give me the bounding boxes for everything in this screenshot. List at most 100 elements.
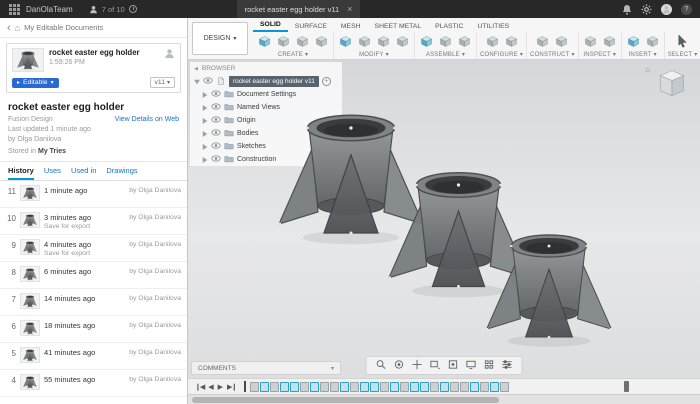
version-row[interactable]: 7 14 minutes ago by Olga Danilova xyxy=(0,289,187,316)
create-menu[interactable]: CREATE xyxy=(278,51,308,58)
add-icon[interactable] xyxy=(322,77,331,86)
timeline-play-button[interactable] xyxy=(216,383,225,391)
timeline-feature-icon[interactable] xyxy=(430,382,439,392)
timeline-step-back-button[interactable] xyxy=(206,383,215,391)
insert-menu[interactable]: INSERT xyxy=(629,51,657,58)
rocket-model-3[interactable] xyxy=(484,220,614,350)
browser-node-label[interactable]: Named Views xyxy=(237,104,280,111)
ribbon-tab[interactable]: SHEET METAL xyxy=(368,22,429,32)
document-tab[interactable]: rocket easter egg holder v11 xyxy=(237,0,361,18)
new-component-icon[interactable] xyxy=(256,34,273,49)
viewport-3d[interactable]: BROWSER rocket easter egg holder v11 xyxy=(188,60,700,378)
expand-icon[interactable] xyxy=(202,144,208,150)
view-details-link[interactable]: View Details on Web xyxy=(115,116,179,123)
apps-grid-icon[interactable] xyxy=(8,3,21,16)
home-icon[interactable] xyxy=(15,23,20,33)
timeline-feature-icon[interactable] xyxy=(480,382,489,392)
extrude-icon[interactable] xyxy=(275,34,292,49)
panel-tab[interactable]: Uses xyxy=(44,166,61,180)
timeline-feature-icon[interactable] xyxy=(350,382,359,392)
timeline-feature-icon[interactable] xyxy=(400,382,409,392)
back-icon[interactable] xyxy=(7,22,11,34)
visibility-eye-icon[interactable] xyxy=(211,90,221,99)
timeline-end-handle[interactable] xyxy=(624,381,629,392)
visibility-eye-icon[interactable] xyxy=(211,155,221,164)
timeline-feature-icon[interactable] xyxy=(310,382,319,392)
insert-mesh-icon[interactable] xyxy=(644,34,661,49)
version-row[interactable]: 6 18 minutes ago by Olga Danilova xyxy=(0,316,187,343)
browser-node-label[interactable]: Document Settings xyxy=(237,91,296,98)
close-icon[interactable] xyxy=(347,4,352,14)
people-icon[interactable] xyxy=(164,48,175,59)
avatar[interactable] xyxy=(661,4,672,15)
viewport-settings-icon[interactable] xyxy=(502,359,513,372)
view-cube[interactable] xyxy=(645,64,692,104)
timeline-feature-icon[interactable] xyxy=(340,382,349,392)
timeline-feature-icon[interactable] xyxy=(320,382,329,392)
timeline-feature-icon[interactable] xyxy=(300,382,309,392)
sweep-icon[interactable] xyxy=(313,34,330,49)
browser-node-label[interactable]: Origin xyxy=(237,117,256,124)
expand-icon[interactable] xyxy=(194,79,200,85)
zoom-icon[interactable] xyxy=(376,359,387,372)
version-row[interactable]: 10 3 minutes ago Save for export by Olga… xyxy=(0,208,187,235)
press-pull-icon[interactable] xyxy=(337,34,354,49)
timeline-skip-start-button[interactable] xyxy=(193,383,206,391)
timeline-feature-icon[interactable] xyxy=(370,382,379,392)
expand-icon[interactable] xyxy=(202,118,208,124)
home-view-icon[interactable] xyxy=(645,64,650,74)
browser-node-label[interactable]: Construction xyxy=(237,156,276,163)
expand-icon[interactable] xyxy=(202,92,208,98)
revolve-icon[interactable] xyxy=(294,34,311,49)
timeline-feature-icon[interactable] xyxy=(450,382,459,392)
design-workspace-button[interactable]: DESIGN xyxy=(192,22,248,55)
pan-icon[interactable] xyxy=(412,359,423,372)
panel-tab[interactable]: Used in xyxy=(71,166,96,180)
timeline-feature-icon[interactable] xyxy=(470,382,479,392)
breadcrumb-label[interactable]: My Editable Documents xyxy=(24,23,103,32)
timeline-feature-icon[interactable] xyxy=(490,382,499,392)
select-menu[interactable]: SELECT xyxy=(668,51,698,58)
grid-layout-icon[interactable] xyxy=(484,359,495,372)
timeline-scrollbar[interactable] xyxy=(188,394,700,404)
zoom-window-icon[interactable] xyxy=(430,359,441,372)
version-row[interactable]: 4 55 minutes ago by Olga Danilova xyxy=(0,370,187,397)
timeline-feature-icon[interactable] xyxy=(380,382,389,392)
timeline-scrollbar-thumb[interactable] xyxy=(192,397,499,403)
panel-tab[interactable]: History xyxy=(8,166,34,180)
modify-menu[interactable]: MODIFY xyxy=(359,51,389,58)
section-analysis-icon[interactable] xyxy=(601,34,618,49)
visibility-eye-icon[interactable] xyxy=(211,103,221,112)
ribbon-tab[interactable]: PLASTIC xyxy=(428,22,470,32)
visibility-eye-icon[interactable] xyxy=(211,116,221,125)
expand-icon[interactable] xyxy=(202,157,208,163)
visibility-eye-icon[interactable] xyxy=(211,142,221,151)
expand-icon[interactable] xyxy=(331,365,334,372)
stored-location-link[interactable]: My Tries xyxy=(38,148,66,155)
orbit-icon[interactable] xyxy=(394,359,405,372)
team-switcher[interactable]: DanOlaTeam xyxy=(8,3,73,16)
panel-tab[interactable]: Drawings xyxy=(106,166,137,180)
timeline-feature-icon[interactable] xyxy=(360,382,369,392)
inspect-menu[interactable]: INSPECT xyxy=(583,51,616,58)
timeline-feature-icon[interactable] xyxy=(460,382,469,392)
configuration-table-icon[interactable] xyxy=(503,34,520,49)
timeline-feature-icon[interactable] xyxy=(410,382,419,392)
visibility-eye-icon[interactable] xyxy=(203,77,213,86)
bell-icon[interactable] xyxy=(622,4,632,15)
team-name[interactable]: DanOlaTeam xyxy=(26,5,73,14)
timeline-feature-icon[interactable] xyxy=(260,382,269,392)
new-component-assembly-icon[interactable] xyxy=(437,34,454,49)
timeline-position-marker[interactable] xyxy=(244,381,246,392)
timeline-feature-icon[interactable] xyxy=(390,382,399,392)
visibility-eye-icon[interactable] xyxy=(211,129,221,138)
timeline-feature-icon[interactable] xyxy=(270,382,279,392)
fillet-icon[interactable] xyxy=(356,34,373,49)
select-cursor-icon[interactable] xyxy=(674,34,691,49)
timeline-skip-end-button[interactable] xyxy=(225,383,238,391)
timeline-feature-icon[interactable] xyxy=(250,382,259,392)
version-row[interactable]: 9 4 minutes ago Save for export by Olga … xyxy=(0,235,187,262)
browser-node-label[interactable]: Bodies xyxy=(237,130,258,137)
timeline-feature-icon[interactable] xyxy=(440,382,449,392)
version-row[interactable]: 5 41 minutes ago by Olga Danilova xyxy=(0,343,187,370)
